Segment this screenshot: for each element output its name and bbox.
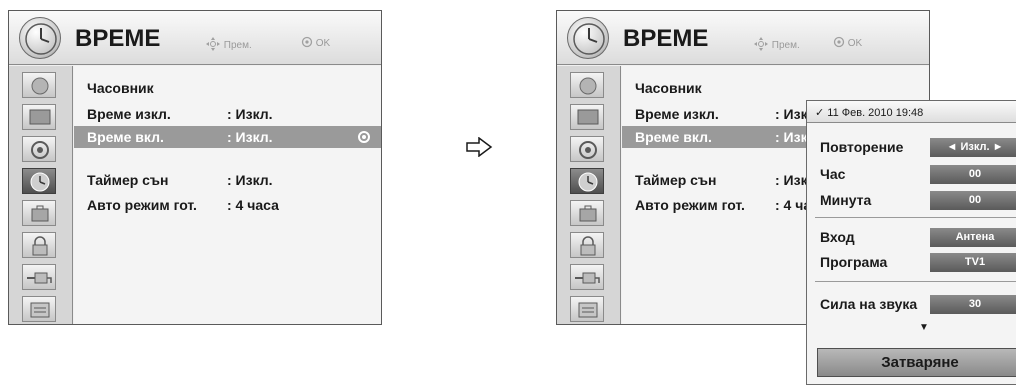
satellite-icon[interactable]	[570, 72, 604, 98]
menu-title: ВРЕМЕ	[623, 25, 709, 52]
hour-label: Час	[820, 166, 846, 182]
menu-item-label: Време вкл.	[87, 129, 164, 145]
suitcase-icon[interactable]	[570, 200, 604, 226]
category-sidebar	[557, 66, 621, 324]
divider	[815, 281, 1016, 282]
minute-value[interactable]: 00	[930, 191, 1016, 210]
menu-item-on-time[interactable]: Време вкл. : Изкл.	[74, 126, 381, 148]
menu-item-label: Таймер сън	[635, 172, 717, 188]
ok-hint: OK	[301, 36, 330, 51]
menu-item-label: Авто режим гот.	[87, 197, 197, 213]
program-row[interactable]: Програма TV1	[807, 252, 1016, 274]
ok-icon	[301, 36, 313, 51]
menu-item-label: Време изкл.	[87, 106, 171, 122]
menu-item-value: : Изк	[775, 172, 808, 188]
minute-label: Минута	[820, 192, 872, 208]
media-icon[interactable]	[22, 296, 56, 322]
menu-item-clock[interactable]: Часовник	[74, 77, 381, 99]
menu-title: ВРЕМЕ	[75, 25, 161, 52]
menu-item-off-time[interactable]: Време изкл. : Изкл.	[74, 103, 381, 125]
menu-item-label: Време изкл.	[635, 106, 719, 122]
move-hint-label: Прем.	[223, 40, 252, 51]
hour-value[interactable]: 00	[930, 165, 1016, 184]
menu-header: ВРЕМЕ Прем. OK	[9, 11, 381, 65]
menu-item-label: Време вкл.	[635, 129, 712, 145]
volume-label: Сила на звука	[820, 296, 918, 312]
menu-item-auto-standby[interactable]: Авто режим гот. : 4 часа	[74, 194, 381, 216]
menu-item-label: Часовник	[87, 80, 154, 96]
audio-icon[interactable]	[22, 136, 56, 162]
menu-item-value: : 4 часа	[227, 197, 279, 213]
ok-hint: OK	[833, 36, 862, 51]
clock-icon[interactable]	[570, 168, 604, 194]
menu-item-value: : Изкл.	[227, 129, 273, 145]
dpad-icon	[205, 37, 221, 55]
ok-hint-label: OK	[847, 38, 863, 49]
clock-icon	[19, 17, 61, 59]
minute-row[interactable]: Минута 00	[807, 190, 1016, 212]
current-date-time: ✓ 11 Фев. 2010 19:48	[807, 101, 1016, 123]
ok-icon	[358, 131, 370, 143]
on-time-popup: ✓ 11 Фев. 2010 19:48 Повторение ◄ Изкл. …	[806, 100, 1016, 385]
ok-hint-label: OK	[315, 38, 331, 49]
menu-item-sleep-timer[interactable]: Таймер сън : Изкл.	[74, 169, 381, 191]
suitcase-icon[interactable]	[22, 200, 56, 226]
menu-item-label: Авто режим гот.	[635, 197, 745, 213]
divider	[815, 217, 1016, 218]
input-label: Вход	[820, 229, 855, 245]
satellite-icon[interactable]	[22, 72, 56, 98]
input-value[interactable]: Антена	[930, 228, 1016, 247]
program-value[interactable]: TV1	[930, 253, 1016, 272]
menu-item-value: : Изк	[775, 129, 808, 145]
menu-item-clock[interactable]: Часовник	[622, 77, 929, 99]
move-hint-label: Прем.	[771, 40, 800, 51]
dpad-icon	[753, 37, 769, 55]
volume-row[interactable]: Сила на звука 30	[807, 294, 1016, 316]
move-hint: Прем.	[753, 36, 800, 55]
menu-item-label: Часовник	[635, 80, 702, 96]
media-icon[interactable]	[570, 296, 604, 322]
menu-item-value: : Изкл.	[227, 172, 273, 188]
repeat-label: Повторение	[820, 139, 904, 155]
clock-icon	[567, 17, 609, 59]
input-icon[interactable]	[570, 264, 604, 290]
picture-icon[interactable]	[570, 104, 604, 130]
audio-icon[interactable]	[570, 136, 604, 162]
clock-icon[interactable]	[22, 168, 56, 194]
lock-icon[interactable]	[22, 232, 56, 258]
hour-row[interactable]: Час 00	[807, 164, 1016, 186]
volume-value[interactable]: 30	[930, 295, 1016, 314]
menu-item-value: : Изк	[775, 106, 808, 122]
scroll-down-icon[interactable]: ▼	[919, 322, 929, 333]
category-sidebar	[9, 66, 73, 324]
input-row[interactable]: Вход Антена	[807, 227, 1016, 249]
menu-item-value: : Изкл.	[227, 106, 273, 122]
input-icon[interactable]	[22, 264, 56, 290]
menu-item-label: Таймер сън	[87, 172, 169, 188]
close-button[interactable]: Затваряне	[817, 348, 1016, 377]
lock-icon[interactable]	[570, 232, 604, 258]
repeat-selector[interactable]: ◄ Изкл. ►	[930, 138, 1016, 157]
menu-content: Часовник Време изкл. : Изкл. Време вкл. …	[74, 66, 381, 324]
repeat-row[interactable]: Повторение ◄ Изкл. ►	[807, 137, 1016, 159]
picture-icon[interactable]	[22, 104, 56, 130]
time-menu-left: ВРЕМЕ Прем. OK Часовник Време изкл. : Из…	[8, 10, 382, 325]
menu-header: ВРЕМЕ Прем. OK	[557, 11, 929, 65]
move-hint: Прем.	[205, 36, 252, 55]
program-label: Програма	[820, 254, 888, 270]
arrow-right-icon	[465, 136, 493, 162]
ok-icon	[833, 36, 845, 51]
